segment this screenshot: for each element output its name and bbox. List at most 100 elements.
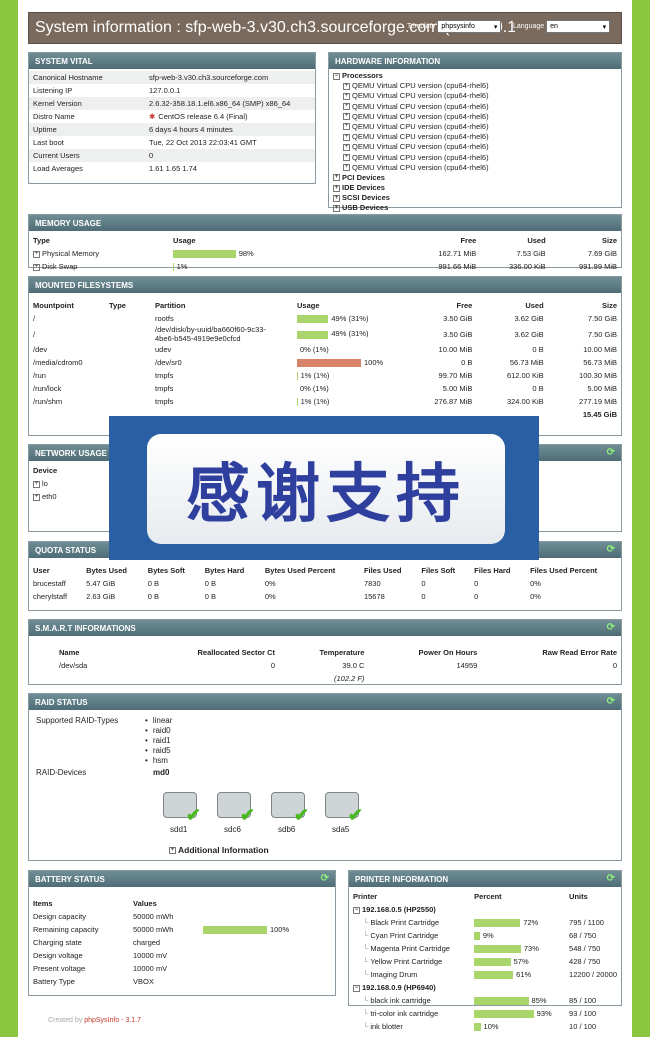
- cpu-node[interactable]: + QEMU Virtual CPU version (cpu64-rhel6): [333, 132, 617, 142]
- hardware-group-node[interactable]: + USB Devices: [333, 203, 617, 213]
- table-row: /run/shm tmpfs 1% (1%) 276.87 MiB 324.00 KiB…: [29, 395, 621, 408]
- memory-header[interactable]: Size: [550, 234, 621, 247]
- filesystem-header[interactable]: Size: [548, 299, 621, 312]
- template-select[interactable]: phpsysinfo ▾: [437, 20, 502, 33]
- smart-header-realloc[interactable]: Reallocated Sector Ct: [134, 646, 279, 659]
- printer-group-row[interactable]: −192.168.0.9 (HP6940): [349, 981, 621, 994]
- usage-bar: [297, 315, 329, 323]
- refresh-icon[interactable]: ⟳: [607, 622, 615, 633]
- table-cell: 5.00 MiB: [587, 384, 617, 393]
- table-cell: 100.30 MiB: [579, 371, 617, 380]
- quota-header[interactable]: Bytes Used Percent: [261, 564, 360, 577]
- partition-cell: tmpfs: [151, 382, 293, 395]
- smart-header-temp[interactable]: Temperature: [279, 646, 368, 659]
- table-row: Canonical Hostname sfp-web-3.v30.ch3.sour…: [29, 71, 315, 84]
- vital-text: 127.0.0.1: [149, 86, 181, 95]
- disk-icon[interactable]: ✔: [269, 790, 309, 824]
- memory-header[interactable]: Free: [409, 234, 480, 247]
- plus-icon[interactable]: +: [33, 250, 40, 258]
- usage-bar: [173, 250, 236, 258]
- battery-value: 50000 mWh: [133, 925, 174, 934]
- smart-header-name[interactable]: Name: [29, 646, 134, 659]
- cpu-label: QEMU Virtual CPU version (cpu64-rhel6): [352, 81, 489, 91]
- quota-header[interactable]: Files Used Percent: [526, 564, 621, 577]
- refresh-icon[interactable]: ⟳: [607, 544, 615, 555]
- filesystem-header[interactable]: Partition: [151, 299, 293, 312]
- table-row: brucestaff 5.47 GiB 0 B 0 B 0% 7830 0 0 0%: [29, 577, 621, 590]
- cpu-node[interactable]: + QEMU Virtual CPU version (cpu64-rhel6): [333, 153, 617, 163]
- cpu-node[interactable]: + QEMU Virtual CPU version (cpu64-rhel6): [333, 163, 617, 173]
- filesystem-header[interactable]: Used: [476, 299, 547, 312]
- disk-icon[interactable]: ✔: [215, 790, 255, 824]
- printer-group-row[interactable]: −192.168.0.5 (HP2550): [349, 903, 621, 916]
- filesystem-usage: 0% (1%): [293, 343, 403, 356]
- smart-header-power[interactable]: Power On Hours: [368, 646, 481, 659]
- table-cell: 2.63 GiB: [86, 592, 116, 601]
- table-cell: [105, 395, 151, 408]
- table-cell: 277.19 MiB: [579, 397, 617, 406]
- vital-text: 6 days 4 hours 4 minutes: [149, 125, 233, 134]
- quota-header[interactable]: Files Used: [360, 564, 417, 577]
- cpu-node[interactable]: + QEMU Virtual CPU version (cpu64-rhel6): [333, 112, 617, 122]
- cpu-node[interactable]: + QEMU Virtual CPU version (cpu64-rhel6): [333, 122, 617, 132]
- hardware-group-node[interactable]: + PCI Devices: [333, 173, 617, 183]
- plus-icon[interactable]: +: [33, 263, 40, 271]
- disk-icon[interactable]: ✔: [323, 790, 363, 824]
- disk-icon[interactable]: ✔: [161, 790, 201, 824]
- memory-header[interactable]: Used: [480, 234, 549, 247]
- cpu-node[interactable]: + QEMU Virtual CPU version (cpu64-rhel6): [333, 91, 617, 101]
- filesystem-header[interactable]: Free: [403, 299, 476, 312]
- quota-header[interactable]: Files Hard: [470, 564, 526, 577]
- quota-header[interactable]: Bytes Hard: [201, 564, 261, 577]
- plus-icon[interactable]: +: [33, 480, 40, 488]
- refresh-icon[interactable]: ⟳: [607, 696, 615, 707]
- table-row: └ Black Print Cartridge 72% 795 / 1100: [349, 916, 621, 929]
- plus-icon[interactable]: +: [33, 493, 40, 501]
- quota-header[interactable]: Bytes Soft: [144, 564, 201, 577]
- cpu-node[interactable]: + QEMU Virtual CPU version (cpu64-rhel6): [333, 81, 617, 91]
- printer-units: 68 / 750: [569, 931, 597, 940]
- additional-info-link[interactable]: + Additional Information: [169, 845, 269, 855]
- filesystem-header[interactable]: Type: [105, 299, 151, 312]
- quota-header[interactable]: Files Soft: [417, 564, 470, 577]
- filesystem-header[interactable]: Usage: [293, 299, 403, 312]
- table-row: Design capacity 50000 mWh: [29, 910, 335, 923]
- quota-header[interactable]: Bytes Used: [82, 564, 144, 577]
- plus-icon: +: [333, 184, 340, 192]
- plus-icon: +: [343, 92, 350, 100]
- usage-label: 10%: [483, 1021, 499, 1031]
- table-row: Current Users 0: [29, 149, 315, 162]
- memory-table: Type Usage Free Used Size + Physical Memory 98%…: [29, 234, 621, 273]
- table-row: Remaining capacity 50000 mWh 100%: [29, 923, 335, 936]
- footer-link[interactable]: phpSysInfo - 3.1.7: [84, 1017, 141, 1024]
- memory-header[interactable]: Type: [29, 234, 169, 247]
- table-cell: [105, 312, 151, 325]
- hardware-group-node[interactable]: + SCSI Devices: [333, 193, 617, 203]
- language-select[interactable]: en ▾: [546, 20, 611, 33]
- cpu-label: QEMU Virtual CPU version (cpu64-rhel6): [352, 121, 489, 131]
- processors-node[interactable]: − Processors: [333, 71, 617, 81]
- refresh-icon[interactable]: ⟳: [321, 873, 329, 884]
- table-row: / /dev/disk/by-uuid/ba660f60-9c33- 4be6-b5…: [29, 325, 621, 343]
- refresh-icon[interactable]: ⟳: [607, 873, 615, 884]
- plus-icon: +: [333, 194, 340, 202]
- cpu-node[interactable]: + QEMU Virtual CPU version (cpu64-rhel6): [333, 102, 617, 112]
- tree-line: └: [363, 970, 369, 979]
- table-cell: 7.50 GiB: [587, 329, 617, 339]
- overlay-banner: 感谢支持: [109, 416, 539, 560]
- filesystem-header[interactable]: Mountpoint: [29, 299, 105, 312]
- refresh-icon[interactable]: ⟳: [607, 447, 615, 458]
- tree-line: └: [363, 918, 369, 927]
- printer-group: −192.168.0.9 (HP6940): [349, 981, 470, 994]
- quota-header[interactable]: User: [29, 564, 82, 577]
- table-row: └ Yellow Print Cartridge 57% 428 / 750: [349, 955, 621, 968]
- smart-header-raw[interactable]: Raw Read Error Rate: [481, 646, 621, 659]
- vital-value: 127.0.0.1: [145, 84, 315, 97]
- table-cell: 0 B: [147, 592, 160, 601]
- filesystem-total: 15.45 GiB: [582, 410, 617, 419]
- hardware-group-node[interactable]: + IDE Devices: [333, 183, 617, 193]
- memory-header[interactable]: Usage: [169, 234, 409, 247]
- cpu-node[interactable]: + QEMU Virtual CPU version (cpu64-rhel6): [333, 142, 617, 152]
- battery-key: Remaining capacity: [33, 925, 99, 934]
- raid-type-text: raid5: [152, 746, 171, 755]
